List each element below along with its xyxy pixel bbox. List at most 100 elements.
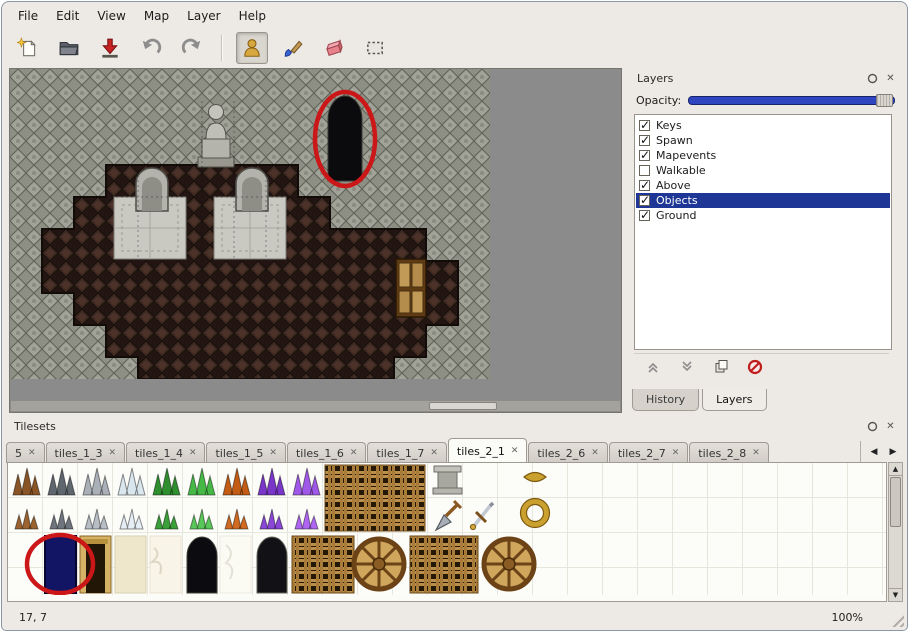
move-layer-up-button[interactable] xyxy=(642,357,664,377)
resize-grip[interactable] xyxy=(889,612,904,627)
layer-name: Walkable xyxy=(656,164,706,177)
tileset-tab-label: tiles_2_1 xyxy=(457,445,505,458)
layer-row-mapevents[interactable]: Mapevents xyxy=(636,148,890,163)
tab-scroll-arrows: ◀ ▶ xyxy=(860,441,901,463)
duplicate-layer-button[interactable] xyxy=(710,357,732,377)
eraser-tool-icon xyxy=(323,37,345,59)
detach-icon xyxy=(867,421,878,432)
layer-row-spawn[interactable]: Spawn xyxy=(636,133,890,148)
layer-visibility-checkbox[interactable] xyxy=(639,150,650,161)
tileset-tab[interactable]: tiles_1_5 ✕ xyxy=(206,442,285,463)
eraser-tool-button[interactable] xyxy=(318,32,350,64)
tileset-tab[interactable]: tiles_2_1 ✕ xyxy=(448,438,527,463)
close-panel-button[interactable]: ✕ xyxy=(883,71,898,85)
tab-close-icon[interactable]: ✕ xyxy=(430,448,438,458)
stamp-tool-button[interactable] xyxy=(236,32,268,64)
layer-visibility-checkbox[interactable] xyxy=(639,165,650,176)
menu-item-file[interactable]: File xyxy=(10,6,46,26)
detach-panel-button[interactable] xyxy=(865,419,880,433)
layer-row-walkable[interactable]: Walkable xyxy=(636,163,890,178)
scroll-down-button[interactable]: ▼ xyxy=(889,588,902,601)
map-hscroll-thumb[interactable] xyxy=(429,402,497,410)
layer-row-objects[interactable]: Objects xyxy=(636,193,890,208)
undo-icon xyxy=(140,37,162,59)
menu-item-layer[interactable]: Layer xyxy=(179,6,228,26)
stamp-tool-icon xyxy=(241,37,263,59)
tileset-tab[interactable]: tiles_1_6 ✕ xyxy=(287,442,366,463)
map-viewport[interactable] xyxy=(9,68,622,413)
opacity-slider[interactable] xyxy=(688,96,895,105)
new-file-button[interactable] xyxy=(12,32,44,64)
zoom-level: 100% xyxy=(832,611,863,624)
layer-row-keys[interactable]: Keys xyxy=(636,118,890,133)
layer-name: Mapevents xyxy=(656,149,716,162)
scroll-tabs-left-button[interactable]: ◀ xyxy=(866,443,882,461)
tileset-tab[interactable]: tiles_2_6 ✕ xyxy=(528,442,607,463)
tileset-tab[interactable]: tiles_2_7 ✕ xyxy=(609,442,688,463)
undo-button[interactable] xyxy=(135,32,167,64)
redo-button[interactable] xyxy=(176,32,208,64)
arch-doorway-tile xyxy=(187,537,217,593)
map-canvas[interactable] xyxy=(10,69,490,379)
scroll-up-button[interactable]: ▲ xyxy=(889,463,902,476)
arch-doorway-tile xyxy=(257,537,287,593)
tileset-tab[interactable]: tiles_1_4 ✕ xyxy=(126,442,205,463)
layer-visibility-checkbox[interactable] xyxy=(639,210,650,221)
new-file-icon xyxy=(17,37,39,59)
tab-close-icon[interactable]: ✕ xyxy=(269,448,277,458)
toolbar-separator xyxy=(221,35,223,61)
tileset-tab[interactable]: tiles_2_8 ✕ xyxy=(689,442,768,463)
select-tool-button[interactable] xyxy=(359,32,391,64)
brush-tool-button[interactable] xyxy=(277,32,309,64)
menu-item-help[interactable]: Help xyxy=(231,6,274,26)
tileset-tab[interactable]: tiles_1_7 ✕ xyxy=(367,442,446,463)
tile-selected[interactable] xyxy=(45,536,76,593)
layer-visibility-checkbox[interactable] xyxy=(639,120,650,131)
tab-close-icon[interactable]: ✕ xyxy=(752,448,760,458)
opacity-slider-handle[interactable] xyxy=(876,94,893,107)
layer-name: Above xyxy=(656,179,691,192)
tileset-tab[interactable]: 5 ✕ xyxy=(6,442,45,463)
tab-close-icon[interactable]: ✕ xyxy=(511,446,519,456)
save-button[interactable] xyxy=(94,32,126,64)
layer-visibility-checkbox[interactable] xyxy=(639,180,650,191)
chevron-down-icon xyxy=(680,360,694,374)
layer-row-ground[interactable]: Ground xyxy=(636,208,890,223)
menu-item-edit[interactable]: Edit xyxy=(48,6,87,26)
layer-visibility-checkbox[interactable] xyxy=(639,195,650,206)
tab-close-icon[interactable]: ✕ xyxy=(350,448,358,458)
tilesets-panel-header: Tilesets ✕ xyxy=(6,416,903,436)
open-folder-button[interactable] xyxy=(53,32,85,64)
detach-panel-button[interactable] xyxy=(865,71,880,85)
tileset-vertical-scrollbar[interactable]: ▲ ▼ xyxy=(888,462,903,602)
delete-layer-button[interactable] xyxy=(744,357,766,377)
move-layer-down-button[interactable] xyxy=(676,357,698,377)
tab-close-icon[interactable]: ✕ xyxy=(28,448,36,458)
tab-close-icon[interactable]: ✕ xyxy=(189,448,197,458)
layer-name: Spawn xyxy=(656,134,693,147)
tileset-tabbar: 5 ✕ tiles_1_3 ✕ tiles_1_4 ✕ tiles_1_5 ✕ … xyxy=(6,437,903,463)
close-panel-button[interactable]: ✕ xyxy=(883,419,898,433)
tileset-tab-label: tiles_2_8 xyxy=(698,447,746,460)
tab-label: History xyxy=(646,393,685,406)
tab-close-icon[interactable]: ✕ xyxy=(672,448,680,458)
tab-layers[interactable]: Layers xyxy=(702,389,766,411)
layer-name: Objects xyxy=(656,194,698,207)
layer-row-above[interactable]: Above xyxy=(636,178,890,193)
tab-close-icon[interactable]: ✕ xyxy=(108,448,116,458)
tileset-content[interactable] xyxy=(7,462,887,602)
menu-item-map[interactable]: Map xyxy=(136,6,177,26)
tileset-canvas[interactable] xyxy=(8,463,887,595)
tab-history[interactable]: History xyxy=(632,389,699,411)
menu-item-view[interactable]: View xyxy=(89,6,133,26)
layer-visibility-checkbox[interactable] xyxy=(639,135,650,146)
tileset-vscroll-thumb[interactable] xyxy=(890,477,901,527)
tileset-tab[interactable]: tiles_1_3 ✕ xyxy=(46,442,125,463)
map-horizontal-scrollbar[interactable] xyxy=(11,400,620,411)
layer-name: Ground xyxy=(656,209,696,222)
tab-close-icon[interactable]: ✕ xyxy=(591,448,599,458)
scroll-tabs-right-button[interactable]: ▶ xyxy=(885,443,901,461)
brush-tool-icon xyxy=(282,37,304,59)
opacity-row: Opacity: xyxy=(636,93,895,108)
opacity-label: Opacity: xyxy=(636,94,681,107)
